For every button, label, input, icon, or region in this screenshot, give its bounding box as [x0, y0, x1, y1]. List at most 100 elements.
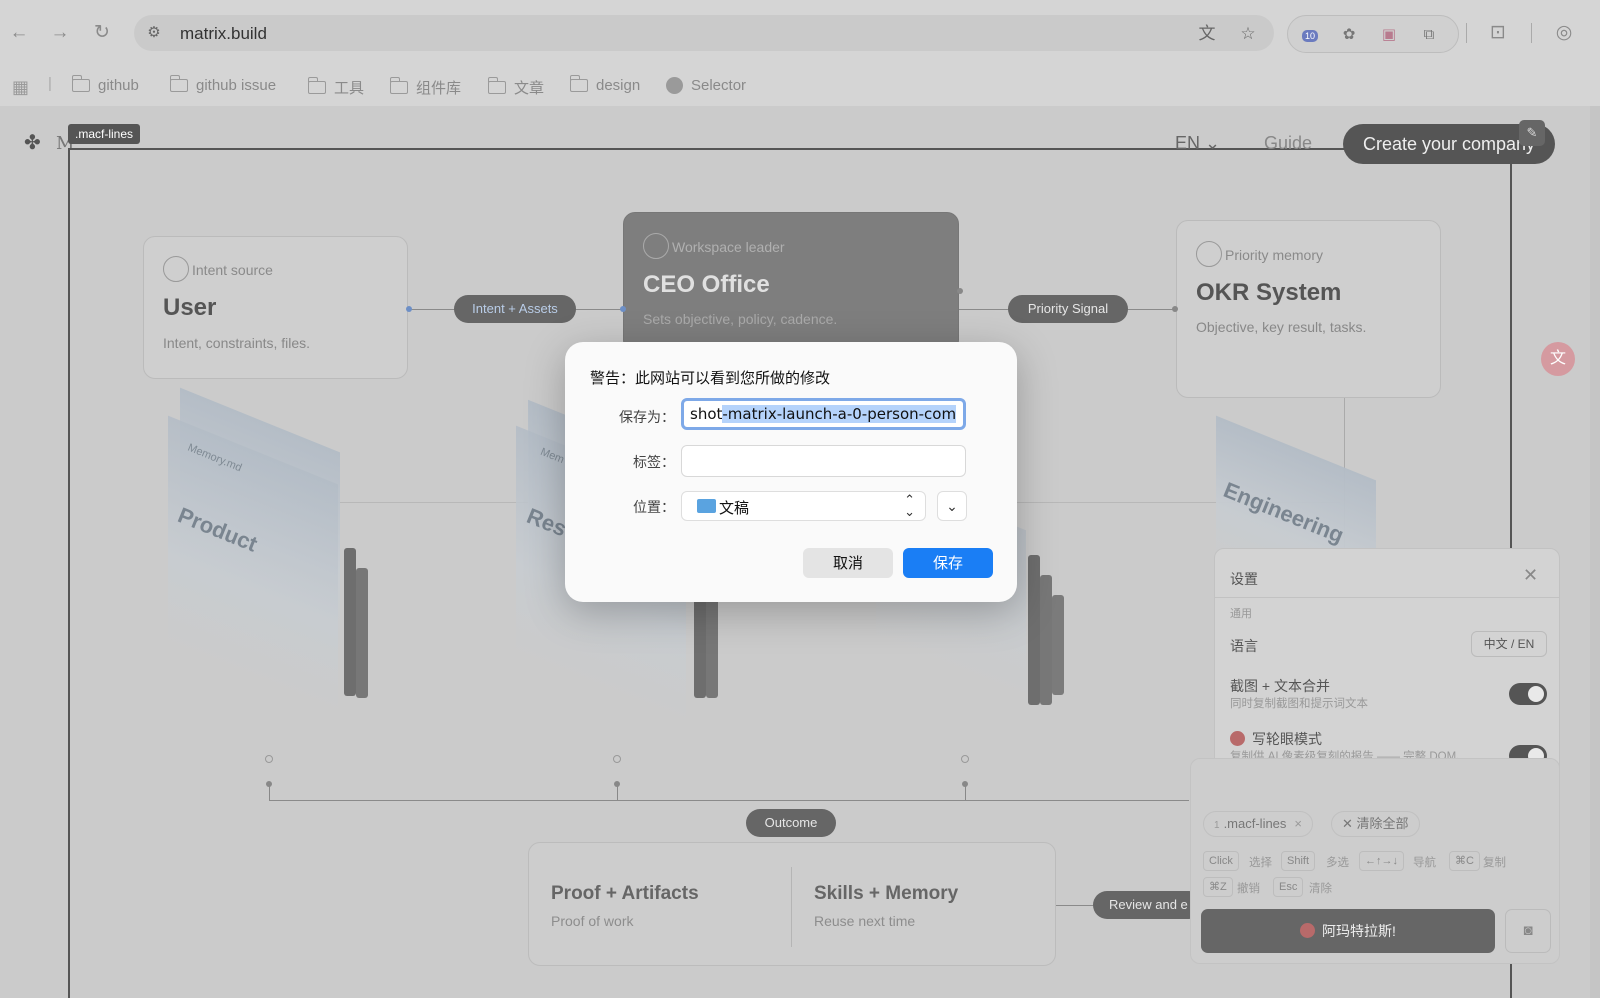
cancel-button[interactable]: 取消: [803, 548, 893, 578]
bookmark-components[interactable]: 组件库: [389, 77, 461, 98]
expand-chevron-icon[interactable]: ⌄: [937, 491, 967, 521]
browser-toolbar: ← → ↻ ⚙ matrix.build 文 ☆ ⌂ 10 ✿ ▣ ⧉ ⊡ ◎: [0, 0, 1600, 66]
folder-edge: [356, 568, 368, 698]
merge-label: 截图 + 文本合并: [1230, 678, 1330, 694]
outcome-pill: Outcome: [746, 809, 836, 837]
shortcut-desc: 选择: [1249, 857, 1272, 869]
connector-dot: [620, 306, 626, 312]
settings-section: 通用: [1230, 608, 1252, 620]
site-settings-icon[interactable]: ⚙: [144, 23, 164, 43]
intent-assets-pill: Intent + Assets: [454, 295, 576, 323]
bookmark-star-icon[interactable]: ☆: [1237, 23, 1259, 45]
sharingan-icon: [1230, 731, 1245, 746]
shortcut-key: Shift: [1281, 851, 1316, 871]
connector-dot: [1172, 306, 1178, 312]
bookmark-selector[interactable]: Selector: [666, 77, 746, 94]
language-label: 语言: [1230, 638, 1258, 654]
selected-chip[interactable]: 1 .macf-lines ×: [1203, 811, 1314, 837]
camera-icon[interactable]: ◙: [1505, 909, 1551, 953]
bookmarks-bar: ▦ | github github issue 工具 组件库 文章 design…: [0, 66, 1600, 106]
bookmark-github-issue[interactable]: github issue: [169, 75, 276, 94]
guide-link[interactable]: Guide: [1264, 133, 1312, 154]
forward-icon[interactable]: →: [49, 22, 71, 44]
folder-icon: [569, 75, 588, 92]
language-switch[interactable]: EN ⌄: [1175, 133, 1220, 154]
card-kicker: Priority memory: [1225, 247, 1324, 263]
wheel-label-row: 写轮眼模式: [1230, 729, 1322, 749]
node-ring: [961, 755, 969, 763]
dialog-title: 警告：此网站可以看到您所做的修改: [590, 369, 831, 387]
shortcut-key: ⌘Z: [1203, 877, 1233, 897]
filename-prefix: shot: [690, 405, 723, 423]
reload-icon[interactable]: ↻: [91, 22, 113, 44]
shortcut-desc: 多选: [1326, 857, 1349, 869]
priority-signal-pill: Priority Signal: [1008, 295, 1128, 323]
tab-search-icon[interactable]: ⊡: [1487, 22, 1509, 44]
card-subtitle: Objective, key result, tasks.: [1196, 319, 1367, 335]
save-dialog: 警告：此网站可以看到您所做的修改 保存为： shot-matrix-launch…: [565, 342, 1017, 602]
toolbar-divider: [1466, 23, 1467, 43]
card-title: Proof + Artifacts: [551, 883, 699, 904]
language-toggle-button[interactable]: 中文 / EN: [1471, 631, 1547, 657]
connector-dot: [957, 288, 963, 294]
extension-translate-icon[interactable]: ▣: [1378, 24, 1400, 46]
okr-card: Priority memory OKR System Objective, ke…: [1176, 220, 1441, 398]
bookmark-articles[interactable]: 文章: [487, 77, 544, 98]
bookmark-tools[interactable]: 工具: [307, 77, 364, 98]
card-subtitle: Intent, constraints, files.: [163, 335, 311, 351]
shortcut-desc: 清除: [1309, 883, 1332, 895]
save-as-input[interactable]: shot-matrix-launch-a-0-person-com: [681, 398, 966, 430]
extensions-puzzle-icon[interactable]: ⧉: [1418, 24, 1440, 46]
translate-float-icon[interactable]: 文: [1541, 342, 1575, 376]
bookmark-github[interactable]: github: [71, 75, 139, 94]
edit-icon[interactable]: ✎: [1519, 120, 1545, 146]
back-icon[interactable]: ←: [8, 22, 30, 44]
card-title: User: [163, 294, 217, 321]
location-label: 位置：: [633, 500, 675, 516]
selection-tag: .macf-lines: [68, 124, 141, 144]
shortcut-desc: 撤销: [1237, 883, 1260, 895]
node-ring: [613, 755, 621, 763]
merge-description: 同时复制截图和提示词文本: [1230, 698, 1368, 710]
amaterasu-button[interactable]: 阿玛特拉斯!: [1201, 909, 1495, 953]
clear-all-button[interactable]: ✕ 清除全部: [1331, 811, 1420, 837]
profile-icon[interactable]: ◎: [1553, 22, 1575, 44]
toggle-knob: [1528, 686, 1544, 702]
url-text[interactable]: matrix.build: [180, 24, 267, 44]
translate-icon[interactable]: 文: [1196, 23, 1218, 45]
folder-icon: [389, 77, 408, 94]
folder-icon: [169, 75, 188, 92]
user-card: Intent source User Intent, constraints, …: [143, 236, 408, 379]
filename-selection: -matrix-launch-a-0-person-com: [722, 405, 957, 423]
wheel-label: 写轮眼模式: [1252, 731, 1322, 747]
card-title: OKR System: [1196, 279, 1342, 306]
chip-close-icon[interactable]: ×: [1294, 816, 1302, 831]
tags-label: 标签：: [633, 455, 675, 471]
settings-title: 设置: [1230, 571, 1258, 587]
card-divider: [791, 867, 792, 947]
merge-toggle[interactable]: [1509, 683, 1547, 705]
flag-icon: [1196, 241, 1222, 267]
tags-input[interactable]: [681, 445, 966, 477]
extension-puzzle-color-icon[interactable]: ✿: [1338, 24, 1360, 46]
chip-index: 1: [1214, 820, 1220, 831]
bookmarks-divider: |: [48, 75, 52, 92]
connector-line: [269, 784, 270, 801]
matrix-logo-icon[interactable]: ✤: [24, 130, 41, 155]
apps-grid-icon[interactable]: ▦: [12, 77, 29, 98]
card-kicker: Intent source: [192, 262, 273, 278]
address-bar[interactable]: ⚙ matrix.build 文 ☆: [134, 15, 1274, 51]
save-button[interactable]: 保存: [903, 548, 993, 578]
folder-edge: [344, 548, 356, 696]
connector-dot: [406, 306, 412, 312]
close-icon[interactable]: ✕: [1523, 565, 1538, 586]
globe-icon: [666, 77, 683, 94]
folder-icon: [697, 499, 716, 513]
folder-edge: [1040, 575, 1052, 705]
page-scrollbar[interactable]: [1590, 106, 1600, 998]
bookmark-design[interactable]: design: [569, 75, 640, 94]
outcome-card: Proof + Artifacts Proof of work Skills +…: [528, 842, 1056, 966]
connector-line: [965, 784, 966, 801]
location-select[interactable]: 文稿 ⌃ ⌄: [681, 491, 926, 521]
ceo-card: Workspace leader CEO Office Sets objecti…: [623, 212, 959, 352]
